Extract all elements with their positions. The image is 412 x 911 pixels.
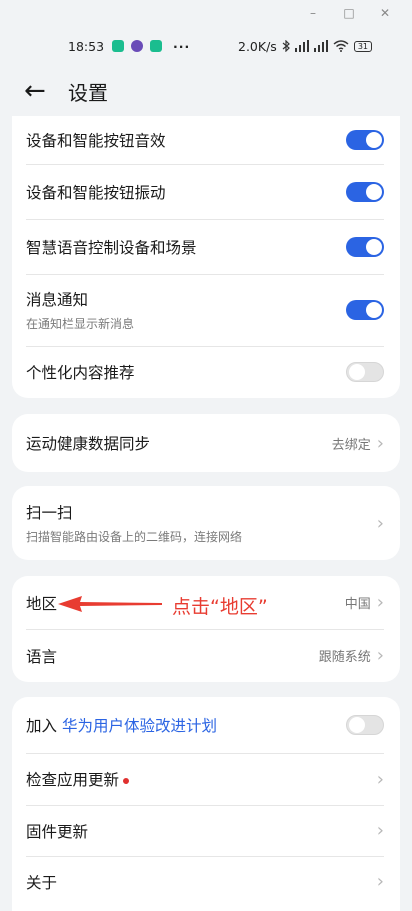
window-controls: – □ ✕ bbox=[0, 0, 412, 26]
chevron-right-icon: › bbox=[376, 820, 384, 841]
setting-description: 扫描智能路由设备上的二维码，连接网络 bbox=[26, 530, 243, 544]
page-title: 设置 bbox=[68, 80, 108, 105]
setting-label: 设备和智能按钮振动 bbox=[26, 183, 166, 202]
language-item[interactable]: 语言 跟随系统 › bbox=[12, 629, 400, 682]
app-notification-icon bbox=[131, 40, 144, 52]
list-item[interactable]: 消息通知 在通知栏显示新消息 bbox=[12, 274, 400, 346]
join-prefix: 加入 bbox=[26, 717, 58, 735]
experience-program-link[interactable]: 华为用户体验改进计划 bbox=[62, 717, 217, 735]
signal-icon bbox=[313, 40, 328, 52]
close-icon[interactable]: ✕ bbox=[378, 6, 392, 20]
setting-label: 设备和智能按钮音效 bbox=[26, 132, 166, 150]
status-time: 18:53 bbox=[68, 38, 105, 54]
setting-label: 语言 bbox=[26, 647, 58, 666]
minimize-icon[interactable]: – bbox=[306, 6, 320, 20]
setting-value: 跟随系统 bbox=[318, 650, 371, 665]
setting-label: 扫一扫 bbox=[26, 504, 73, 522]
more-notifications-icon: ··· bbox=[173, 38, 191, 54]
list-item[interactable]: 设备和智能按钮振动 bbox=[12, 164, 400, 219]
toggle-switch[interactable] bbox=[346, 362, 384, 382]
chevron-right-icon: › bbox=[376, 871, 384, 892]
sound-notification-card: 设备和智能按钮音效 设备和智能按钮振动 智慧语音控制设备和场景 消息通知 在通知… bbox=[12, 116, 400, 398]
chevron-right-icon: › bbox=[376, 432, 384, 454]
maximize-icon[interactable]: □ bbox=[342, 6, 356, 20]
scan-card: 扫一扫 扫描智能路由设备上的二维码，连接网络 › bbox=[12, 486, 400, 560]
join-program-item[interactable]: 加入 华为用户体验改进计划 bbox=[12, 697, 400, 753]
about-card: 加入 华为用户体验改进计划 检查应用更新 › 固件更新 › 关于 › bbox=[12, 697, 400, 911]
setting-label: 智慧语音控制设备和场景 bbox=[26, 238, 197, 257]
page-header: ← 设置 bbox=[0, 66, 412, 116]
setting-value: 去绑定 bbox=[331, 437, 371, 453]
setting-label: 关于 bbox=[26, 873, 58, 892]
scan-item[interactable]: 扫一扫 扫描智能路由设备上的二维码，连接网络 › bbox=[12, 486, 400, 560]
list-item[interactable]: 智慧语音控制设备和场景 bbox=[12, 219, 400, 274]
signal-icon bbox=[294, 40, 309, 52]
list-item[interactable]: 设备和智能按钮音效 bbox=[12, 116, 400, 164]
health-data-sync-item[interactable]: 运动健康数据同步 去绑定 › bbox=[12, 414, 400, 472]
about-item[interactable]: 关于 › bbox=[12, 856, 400, 907]
list-item[interactable]: 个性化内容推荐 bbox=[12, 346, 400, 398]
chevron-right-icon: › bbox=[376, 592, 384, 613]
toggle-switch[interactable] bbox=[346, 130, 384, 150]
status-bar: 18:53 ··· 2.0K/s 31 bbox=[0, 26, 412, 66]
check-update-item[interactable]: 检查应用更新 › bbox=[12, 753, 400, 805]
firmware-update-item[interactable]: 固件更新 › bbox=[12, 805, 400, 856]
setting-label: 个性化内容推荐 bbox=[26, 364, 135, 382]
back-arrow-icon[interactable]: ← bbox=[24, 78, 54, 104]
chevron-right-icon: › bbox=[376, 768, 384, 790]
setting-label: 运动健康数据同步 bbox=[26, 435, 151, 453]
toggle-switch[interactable] bbox=[346, 236, 384, 257]
toggle-switch[interactable] bbox=[346, 300, 384, 320]
setting-label: 消息通知 bbox=[26, 291, 89, 309]
app-notification-icon bbox=[112, 40, 125, 52]
setting-description: 在通知栏显示新消息 bbox=[26, 317, 135, 331]
battery-icon: 31 bbox=[353, 40, 372, 52]
toggle-switch[interactable] bbox=[346, 715, 384, 735]
network-speed: 2.0K/s bbox=[238, 38, 277, 54]
toggle-switch[interactable] bbox=[346, 181, 384, 202]
health-sync-card: 运动健康数据同步 去绑定 › bbox=[12, 414, 400, 472]
chevron-right-icon: › bbox=[376, 645, 384, 666]
wifi-icon bbox=[333, 40, 349, 52]
chevron-right-icon: › bbox=[376, 512, 384, 534]
bluetooth-icon bbox=[282, 40, 290, 52]
app-notification-icon bbox=[150, 40, 163, 52]
update-badge bbox=[123, 777, 130, 784]
setting-label: 检查应用更新 bbox=[26, 771, 120, 789]
setting-label: 固件更新 bbox=[26, 822, 89, 841]
annotation-text: 点击“地区” bbox=[172, 596, 268, 618]
